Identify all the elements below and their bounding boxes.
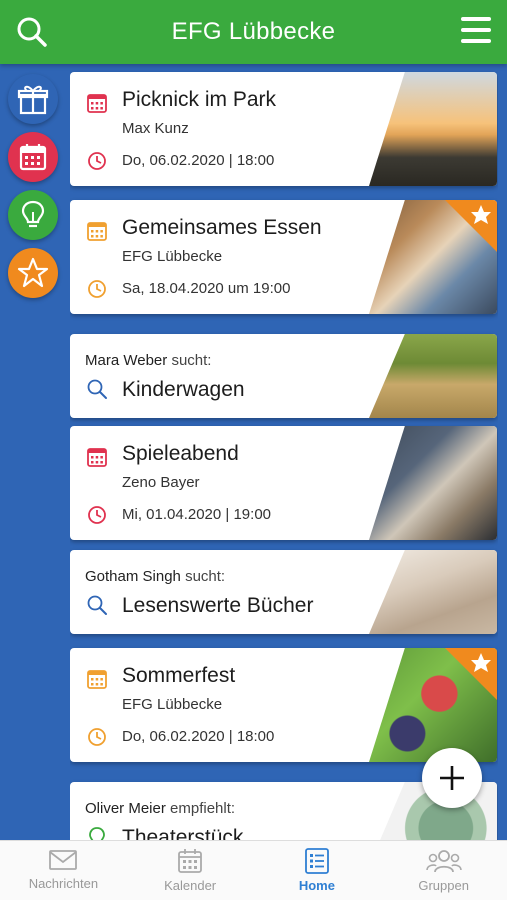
search-icon[interactable] bbox=[14, 14, 50, 50]
author-name: Oliver Meier bbox=[85, 800, 166, 817]
filter-gift-button[interactable] bbox=[8, 74, 58, 124]
search-author-line: Mara Weber sucht: bbox=[85, 352, 211, 369]
filter-calendar-button[interactable] bbox=[8, 132, 58, 182]
calendar-icon bbox=[178, 849, 203, 873]
event-organizer: EFG Lübbecke bbox=[122, 248, 223, 265]
calendar-icon bbox=[19, 144, 47, 171]
event-organizer: Max Kunz bbox=[122, 120, 189, 137]
calendar-icon bbox=[87, 94, 107, 113]
search-verb: sucht: bbox=[185, 568, 226, 585]
author-name: Gotham Singh bbox=[85, 568, 181, 585]
search-icon bbox=[87, 379, 107, 399]
event-organizer: EFG Lübbecke bbox=[122, 696, 223, 713]
feed-list: Picknick im Park Max Kunz Do, 06.02.2020… bbox=[70, 64, 498, 840]
search-card[interactable]: Gotham Singh sucht: Lesenswerte Bücher bbox=[70, 550, 497, 634]
tab-gruppen[interactable]: Gruppen bbox=[380, 841, 507, 900]
clock-icon bbox=[88, 728, 106, 746]
event-card[interactable]: Gemeinsames Essen EFG Lübbecke Sa, 18.04… bbox=[70, 200, 497, 314]
event-date: Do, 06.02.2020 | 18:00 bbox=[122, 728, 275, 745]
search-item: Kinderwagen bbox=[122, 378, 245, 401]
event-date: Mi, 01.04.2020 | 19:00 bbox=[122, 506, 272, 523]
search-icon bbox=[87, 595, 107, 615]
event-title: Gemeinsames Essen bbox=[122, 216, 322, 239]
tab-home[interactable]: Home bbox=[254, 841, 381, 900]
event-image bbox=[369, 426, 497, 540]
favorite-star-icon bbox=[445, 648, 497, 700]
search-author-line: Gotham Singh sucht: bbox=[85, 568, 225, 585]
mail-icon bbox=[49, 850, 78, 870]
lightbulb-icon bbox=[21, 200, 45, 228]
calendar-icon bbox=[87, 670, 107, 689]
event-date: Sa, 18.04.2020 um 19:00 bbox=[122, 280, 291, 297]
bottom-navigation: Nachrichten Kalender Home Gruppen bbox=[0, 840, 507, 900]
tab-nachrichten[interactable]: Nachrichten bbox=[0, 841, 127, 900]
event-card[interactable]: Spieleabend Zeno Bayer Mi, 01.04.2020 | … bbox=[70, 426, 497, 540]
search-card[interactable]: Mara Weber sucht: Kinderwagen bbox=[70, 334, 497, 418]
event-card[interactable]: Sommerfest EFG Lübbecke Do, 06.02.2020 |… bbox=[70, 648, 497, 762]
filter-sidebar bbox=[0, 64, 72, 840]
tab-label: Gruppen bbox=[418, 878, 469, 893]
clock-icon bbox=[88, 506, 106, 524]
event-organizer: Zeno Bayer bbox=[122, 474, 200, 491]
menu-icon[interactable] bbox=[459, 14, 493, 46]
clock-icon bbox=[88, 280, 106, 298]
filter-idea-button[interactable] bbox=[8, 190, 58, 240]
recommend-verb: empfiehlt: bbox=[170, 800, 236, 817]
lightbulb-icon bbox=[89, 827, 105, 840]
home-list-icon bbox=[304, 848, 329, 874]
recommend-author-line: Oliver Meier empfiehlt: bbox=[85, 800, 235, 817]
clock-icon bbox=[88, 152, 106, 170]
event-title: Spieleabend bbox=[122, 442, 239, 465]
event-title: Picknick im Park bbox=[122, 88, 277, 111]
calendar-icon bbox=[87, 448, 107, 467]
search-verb: sucht: bbox=[171, 352, 212, 369]
plus-icon bbox=[440, 766, 464, 790]
filter-favorites-button[interactable] bbox=[8, 248, 58, 298]
search-image bbox=[369, 550, 497, 634]
gift-icon bbox=[17, 85, 49, 115]
event-image bbox=[369, 72, 497, 186]
event-title: Sommerfest bbox=[122, 664, 236, 687]
author-name: Mara Weber bbox=[85, 352, 168, 369]
recommend-item: Theaterstück bbox=[122, 826, 244, 840]
group-icon bbox=[425, 850, 462, 873]
tab-label: Home bbox=[298, 878, 335, 893]
search-item: Lesenswerte Bücher bbox=[122, 594, 314, 617]
add-button[interactable] bbox=[422, 748, 482, 808]
favorite-star-icon bbox=[445, 200, 497, 252]
app-header: EFG Lübbecke bbox=[0, 0, 507, 64]
tab-kalender[interactable]: Kalender bbox=[127, 841, 254, 900]
event-date: Do, 06.02.2020 | 18:00 bbox=[122, 152, 275, 169]
tab-label: Kalender bbox=[164, 878, 217, 893]
page-title: EFG Lübbecke bbox=[171, 18, 336, 45]
search-image bbox=[369, 334, 497, 418]
calendar-icon bbox=[87, 222, 107, 241]
event-card[interactable]: Picknick im Park Max Kunz Do, 06.02.2020… bbox=[70, 72, 497, 186]
star-icon bbox=[17, 257, 49, 288]
tab-label: Nachrichten bbox=[28, 876, 99, 891]
